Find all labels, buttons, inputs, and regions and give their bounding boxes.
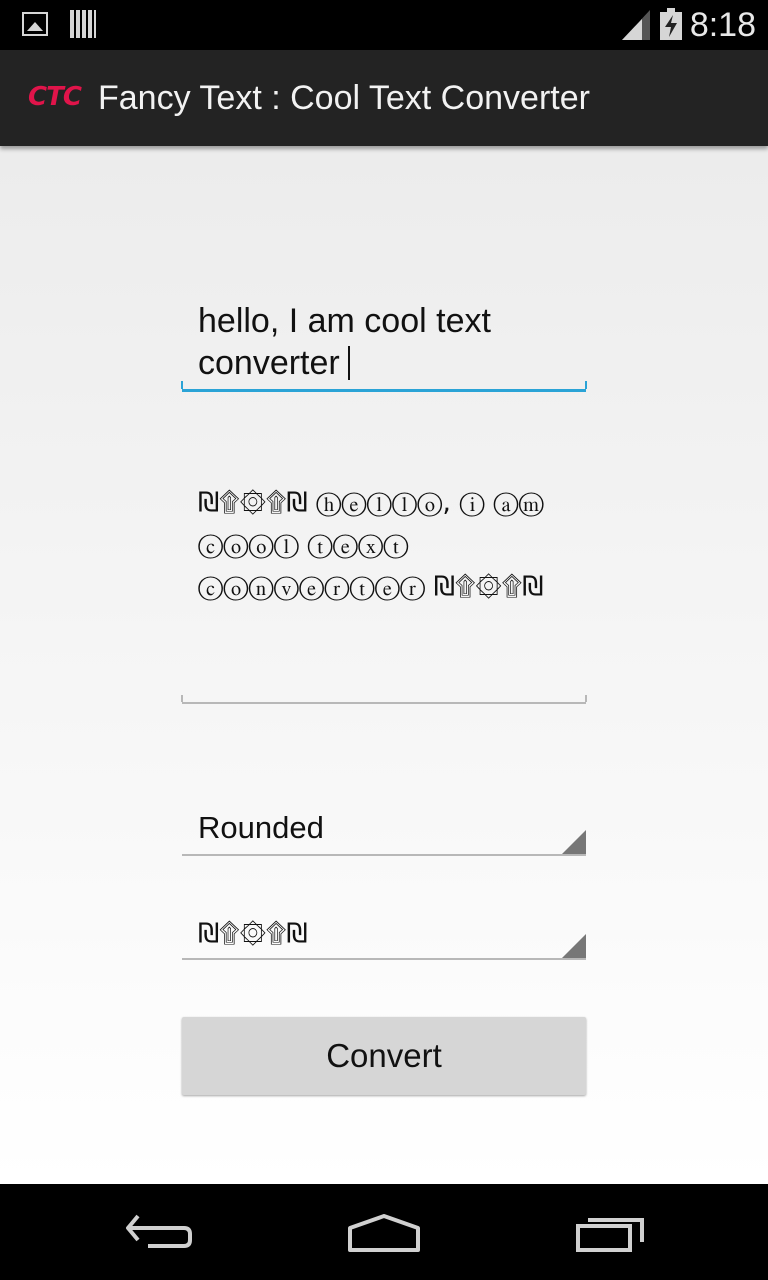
main-content: hello, I am cool text converter ₪۩۞۩₪ ⓗⓔ… (0, 146, 768, 1184)
text-input-field[interactable]: hello, I am cool text converter (181, 296, 587, 392)
status-bar: 8:18 (0, 0, 768, 50)
style-spinner[interactable]: Rounded (182, 796, 586, 856)
decoration-spinner[interactable]: ₪۩۞۩₪ (182, 900, 586, 960)
navigation-bar (0, 1184, 768, 1280)
text-cursor (347, 346, 350, 380)
converted-output-field[interactable]: ₪۩۞۩₪ ⓗⓔⓛⓛⓞ, ⓘ ⓐⓜ ⓒⓞⓞⓛ ⓣⓔⓧⓣ ⓒⓞⓝⓥⓔⓡⓣⓔⓡ ₪۩… (181, 476, 587, 704)
signal-icon (622, 10, 650, 40)
app-title: Fancy Text : Cool Text Converter (98, 79, 590, 117)
back-icon[interactable] (122, 1210, 194, 1254)
action-bar: CTC Fancy Text : Cool Text Converter (0, 50, 768, 146)
text-input-value: hello, I am cool text converter (198, 302, 491, 382)
style-spinner-value: Rounded (198, 810, 324, 845)
barcode-icon (70, 10, 96, 38)
gallery-icon (22, 12, 48, 36)
clock: 8:18 (689, 6, 756, 44)
convert-button[interactable]: Convert (182, 1017, 586, 1095)
recent-apps-icon[interactable] (572, 1214, 648, 1254)
battery-charging-icon (660, 8, 682, 40)
app-logo[interactable]: CTC (28, 82, 82, 112)
converted-output-text: ₪۩۞۩₪ ⓗⓔⓛⓛⓞ, ⓘ ⓐⓜ ⓒⓞⓞⓛ ⓣⓔⓧⓣ ⓒⓞⓝⓥⓔⓡⓣⓔⓡ ₪۩… (198, 487, 544, 602)
dropdown-arrow-icon (562, 830, 586, 854)
dropdown-arrow-icon (562, 934, 586, 958)
home-icon[interactable] (344, 1212, 424, 1256)
decoration-spinner-value: ₪۩۞۩₪ (198, 918, 308, 949)
